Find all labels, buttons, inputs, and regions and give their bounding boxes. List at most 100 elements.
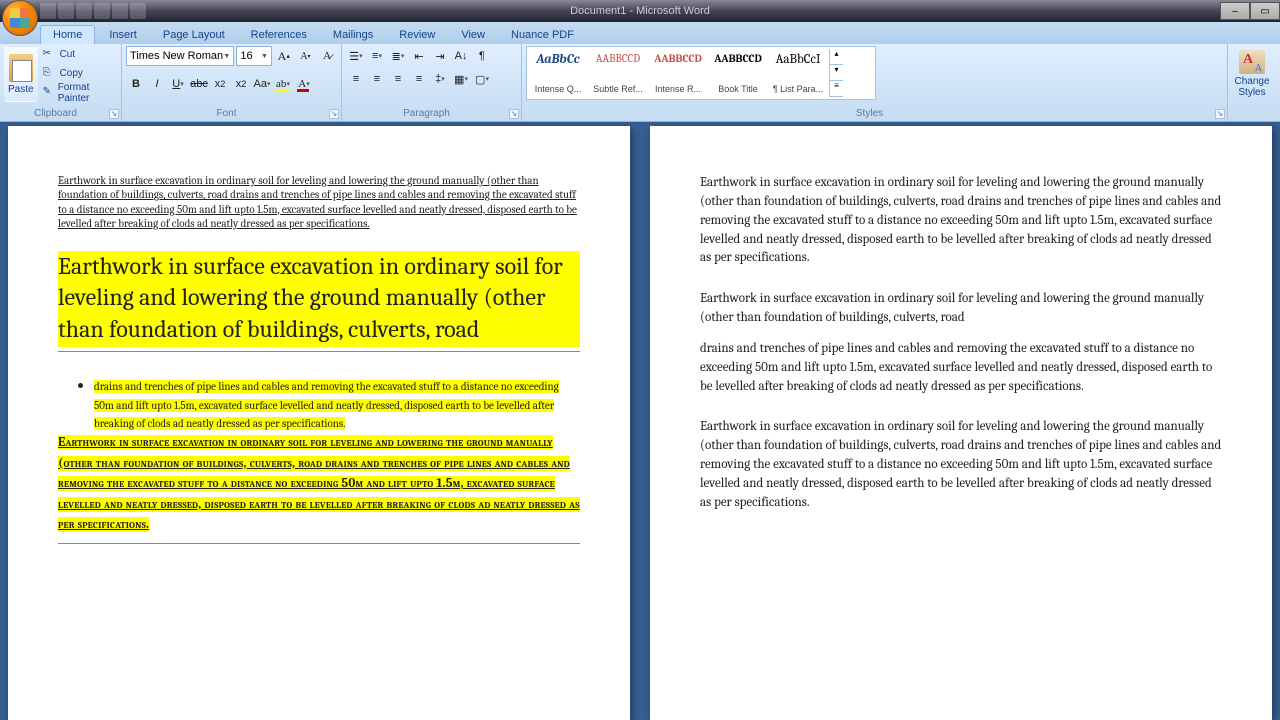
tab-view[interactable]: View (449, 26, 497, 44)
office-logo-icon (10, 8, 30, 28)
paste-button[interactable]: Paste (4, 46, 38, 102)
change-case-button[interactable]: Aa▾ (252, 74, 272, 94)
page2-para-3: drains and trenches of pipe lines and ca… (700, 340, 1222, 397)
style-name: Intense Q... (532, 84, 584, 94)
strikethrough-button[interactable]: abc (189, 74, 209, 94)
tab-review[interactable]: Review (387, 26, 447, 44)
justify-button[interactable]: ≡ (409, 69, 429, 89)
paragraph-group-label: Paragraph (342, 108, 511, 119)
font-name-selector[interactable]: Times New Roman▼ (126, 46, 234, 66)
tab-nuance-pdf[interactable]: Nuance PDF (499, 26, 586, 44)
maximize-button[interactable]: ▭ (1250, 2, 1280, 20)
align-right-button[interactable]: ≡ (388, 69, 408, 89)
tab-insert[interactable]: Insert (97, 26, 149, 44)
heading-underline (58, 543, 580, 544)
copy-icon: ⎘ (43, 67, 57, 81)
redo-icon[interactable] (76, 3, 92, 19)
show-marks-button[interactable]: ¶ (472, 46, 492, 66)
tab-mailings[interactable]: Mailings (321, 26, 385, 44)
page-2[interactable]: Earthwork in surface excavation in ordin… (650, 126, 1272, 720)
increase-indent-button[interactable]: ⇥ (430, 46, 450, 66)
group-clipboard: Paste ✂Cut ⎘Copy ✎Format Painter Clipboa… (0, 44, 122, 121)
styles-scroll-up[interactable]: ▴ (830, 49, 843, 65)
change-styles-label: Change Styles (1232, 76, 1272, 98)
window-title: Document1 - Microsoft Word (570, 5, 710, 17)
style-book-title[interactable]: AABBCCDBook Title (709, 49, 767, 97)
page-1[interactable]: Earthwork in surface excavation in ordin… (8, 126, 630, 720)
styles-more[interactable]: ≡ (830, 81, 843, 97)
change-styles-button[interactable]: Change Styles (1232, 46, 1272, 102)
cut-button[interactable]: ✂Cut (41, 46, 117, 63)
numbering-button[interactable]: ≡▾ (367, 46, 387, 66)
clear-format-button[interactable]: A̷ (317, 46, 337, 66)
styles-scroll-down[interactable]: ▾ (830, 65, 843, 81)
style-preview: AaBbCcI (776, 52, 821, 67)
page2-para-2: Earthwork in surface excavation in ordin… (700, 290, 1222, 328)
qat-icon[interactable] (130, 3, 146, 19)
align-center-button[interactable]: ≡ (367, 69, 387, 89)
superscript-button[interactable]: x2 (231, 74, 251, 94)
list-item: drains and trenches of pipe lines and ca… (94, 376, 580, 433)
shading-button[interactable]: ▦▾ (451, 69, 471, 89)
page1-underlined-para: Earthwork in surface excavation in ordin… (58, 174, 580, 231)
shrink-font-button[interactable]: A▾ (296, 46, 316, 66)
sort-button[interactable]: A↓ (451, 46, 471, 66)
undo-icon[interactable] (58, 3, 74, 19)
change-styles-icon (1239, 50, 1265, 74)
bold-button[interactable]: B (126, 74, 146, 94)
style-intense-ref[interactable]: AABBCCDIntense R... (649, 49, 707, 97)
underline-button[interactable]: U▾ (168, 74, 188, 94)
clipboard-group-label: Clipboard (0, 108, 111, 119)
save-icon[interactable] (40, 3, 56, 19)
bullets-button[interactable]: ☰▾ (346, 46, 366, 66)
multilevel-list-button[interactable]: ≣▾ (388, 46, 408, 66)
clipboard-launcher[interactable]: ↘ (109, 109, 119, 119)
page1-bullet-list: drains and trenches of pipe lines and ca… (78, 376, 580, 433)
tab-home[interactable]: Home (40, 25, 95, 44)
paste-icon (9, 54, 33, 82)
italic-button[interactable]: I (147, 74, 167, 94)
cut-label: Cut (60, 49, 76, 60)
tab-references[interactable]: References (239, 26, 319, 44)
paste-label: Paste (8, 84, 34, 95)
style-list-para[interactable]: AaBbCcI ¶ List Para... (769, 49, 827, 97)
qat-icon[interactable] (112, 3, 128, 19)
highlight-button[interactable]: ab▾ (273, 74, 293, 94)
document-area[interactable]: Earthwork in surface excavation in ordin… (0, 122, 1280, 720)
minimize-button[interactable]: – (1220, 2, 1250, 20)
copy-label: Copy (60, 68, 83, 79)
subscript-button[interactable]: x2 (210, 74, 230, 94)
qat-icon[interactable] (94, 3, 110, 19)
font-color-button[interactable]: A▾ (294, 74, 314, 94)
align-left-button[interactable]: ≡ (346, 69, 366, 89)
copy-button[interactable]: ⎘Copy (41, 65, 117, 82)
font-size-selector[interactable]: 16▼ (236, 46, 272, 66)
titlebar: Document1 - Microsoft Word – ▭ (0, 0, 1280, 22)
group-change-styles: Change Styles (1228, 44, 1280, 121)
bullet-text: drains and trenches of pipe lines and ca… (94, 380, 559, 431)
window-controls: – ▭ (1220, 2, 1280, 20)
styles-gallery[interactable]: AaBbCcIntense Q... AABBCCDSubtle Ref... … (526, 46, 876, 100)
font-launcher[interactable]: ↘ (329, 109, 339, 119)
styles-scroll: ▴ ▾ ≡ (829, 49, 843, 97)
ribbon: Paste ✂Cut ⎘Copy ✎Format Painter Clipboa… (0, 44, 1280, 122)
group-paragraph: ☰▾ ≡▾ ≣▾ ⇤ ⇥ A↓ ¶ ≡ ≡ ≡ ≡ ‡▾ ▦▾ ▢▾ Parag… (342, 44, 522, 121)
font-group-label: Font (122, 108, 331, 119)
cut-icon: ✂ (43, 48, 57, 62)
style-subtle-ref[interactable]: AABBCCDSubtle Ref... (589, 49, 647, 97)
line-spacing-button[interactable]: ‡▾ (430, 69, 450, 89)
decrease-indent-button[interactable]: ⇤ (409, 46, 429, 66)
style-name: ¶ List Para... (772, 84, 824, 94)
borders-button[interactable]: ▢▾ (472, 69, 492, 89)
page2-para-4: Earthwork in surface excavation in ordin… (700, 418, 1222, 512)
grow-font-button[interactable]: A▴ (274, 46, 294, 66)
group-font: Times New Roman▼ 16▼ A▴ A▾ A̷ B I U▾ abc… (122, 44, 342, 121)
format-painter-button[interactable]: ✎Format Painter (41, 84, 117, 102)
style-intense-quote[interactable]: AaBbCcIntense Q... (529, 49, 587, 97)
style-name: Book Title (712, 84, 764, 94)
paragraph-launcher[interactable]: ↘ (509, 109, 519, 119)
tab-page-layout[interactable]: Page Layout (151, 26, 237, 44)
page1-smallcaps-para: Earthwork in surface excavation in ordin… (58, 435, 580, 532)
office-button[interactable] (2, 0, 38, 36)
styles-launcher[interactable]: ↘ (1215, 109, 1225, 119)
